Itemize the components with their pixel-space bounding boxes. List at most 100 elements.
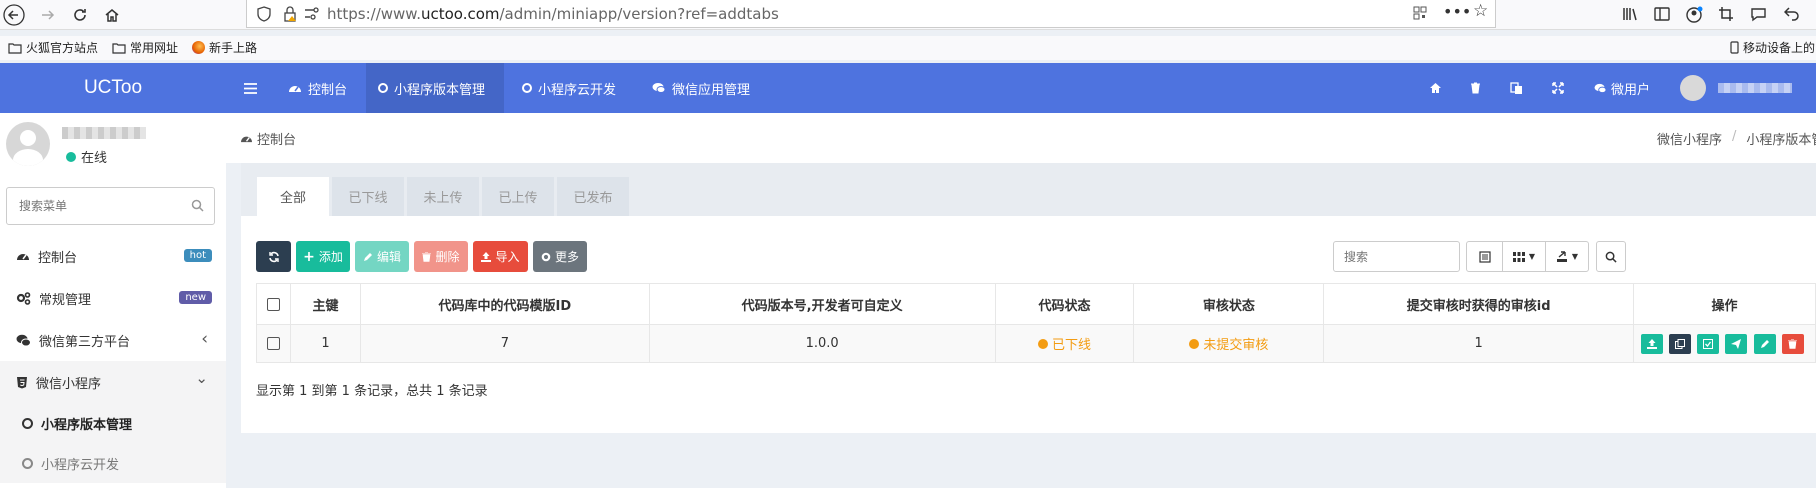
user-menu[interactable]: [1680, 63, 1792, 113]
search-icon: [1605, 251, 1617, 263]
forward-button[interactable]: [36, 3, 60, 27]
folder-icon: [112, 42, 126, 54]
shield-icon: [257, 6, 271, 22]
edit-button[interactable]: 编辑: [355, 241, 409, 272]
bookmark-label: 新手上路: [209, 41, 258, 55]
tab-not-uploaded[interactable]: 未上传: [407, 177, 479, 216]
sidebar-subitem-version[interactable]: 小程序版本管理: [0, 403, 226, 443]
mobile-bookmarks[interactable]: 移动设备上的: [1730, 39, 1815, 56]
dashboard-icon: [289, 86, 301, 92]
circle-icon: [22, 457, 33, 469]
sidebar-item-miniapp[interactable]: 微信小程序 ⌄: [0, 361, 226, 403]
upload-icon: [1647, 338, 1658, 349]
chevron-down-icon: ⌄: [195, 369, 208, 387]
page-actions-icon[interactable]: •••: [1443, 2, 1471, 21]
fullscreen-button[interactable]: [1552, 63, 1564, 113]
account-icon[interactable]: [1686, 6, 1703, 23]
table-search[interactable]: [1333, 241, 1460, 272]
tab-uploaded[interactable]: 已上传: [482, 177, 554, 216]
tab-miniapp-cloud[interactable]: 小程序云开发: [510, 63, 628, 113]
tab-offline[interactable]: 已下线: [332, 177, 404, 216]
qr-code-icon[interactable]: [1413, 6, 1427, 20]
column-header[interactable]: 提交审核时获得的审核id: [1323, 283, 1635, 325]
wechat-user-button[interactable]: 微用户: [1594, 63, 1650, 113]
release-button[interactable]: [1725, 333, 1748, 354]
circle-icon: [378, 83, 388, 93]
search-toggle-button[interactable]: [1596, 241, 1626, 272]
tab-miniapp-version[interactable]: 小程序版本管理: [366, 63, 504, 113]
refresh-button[interactable]: [256, 241, 291, 272]
lock-warning-icon: [284, 6, 296, 22]
address-bar[interactable]: https://www.uctoo.com/admin/miniapp/vers…: [246, 0, 1496, 28]
home-nav-button[interactable]: [1429, 63, 1442, 113]
undo-icon[interactable]: [1784, 6, 1800, 22]
home-icon: [1430, 83, 1441, 93]
bookmark-folder-common[interactable]: 常用网址: [112, 39, 178, 56]
tab-wechat-apps[interactable]: 微信应用管理: [640, 63, 762, 113]
breadcrumb-home-label: 控制台: [257, 133, 297, 148]
toggle-view-button[interactable]: [1466, 241, 1503, 272]
table-row[interactable]: 1 7 1.0.0 已下线 未提交审核 1: [256, 324, 1816, 363]
submit-audit-button[interactable]: [1697, 333, 1720, 354]
edit-row-button[interactable]: [1753, 333, 1776, 354]
tab-dashboard[interactable]: 控制台: [276, 63, 359, 113]
menu-search-input[interactable]: [7, 188, 167, 224]
column-header[interactable]: 主键: [289, 283, 361, 325]
search-icon[interactable]: [191, 199, 204, 212]
crop-icon[interactable]: [1718, 6, 1734, 22]
upload-code-button[interactable]: [1641, 333, 1664, 354]
sidebar-item-label: 常规管理: [39, 292, 92, 308]
sidebar-item-wechat-platform[interactable]: 微信第三方平台 ‹: [0, 319, 226, 361]
menu-toggle-button[interactable]: [232, 63, 269, 113]
browser-toolbar: https://www.uctoo.com/admin/miniapp/vers…: [0, 0, 1816, 30]
breadcrumb-item[interactable]: 小程序版本管: [1746, 129, 1816, 148]
tab-all[interactable]: 全部: [257, 177, 329, 216]
sidebar-subitem-cloud[interactable]: 小程序云开发: [0, 443, 226, 483]
table-search-input[interactable]: [1334, 242, 1454, 271]
columns-button[interactable]: ▼: [1502, 241, 1546, 272]
row-select-cell[interactable]: [256, 324, 291, 363]
sidebar-toggle-icon[interactable]: [1654, 7, 1670, 21]
sidebar-item-general[interactable]: 常规管理 new: [0, 277, 226, 319]
tab-label: 小程序版本管理: [394, 82, 486, 98]
app-logo[interactable]: UCToo: [0, 63, 226, 113]
row-checkbox[interactable]: [266, 337, 280, 350]
breadcrumb-item[interactable]: 微信小程序: [1657, 129, 1722, 148]
library-icon[interactable]: [1622, 7, 1638, 21]
chat-bubble-icon[interactable]: [1750, 6, 1767, 22]
export-button[interactable]: ▼: [1545, 241, 1589, 272]
tab-published[interactable]: 已发布: [557, 177, 629, 216]
audit-status-badge: 未提交审核: [1189, 334, 1268, 353]
menu-search[interactable]: [6, 187, 215, 225]
column-header[interactable]: 代码版本号,开发者可自定义: [648, 283, 996, 325]
select-all-checkbox[interactable]: [266, 297, 280, 311]
select-all-cell[interactable]: [256, 283, 291, 325]
more-button[interactable]: 更多: [533, 241, 587, 272]
bookmarks-bar: 火狐官方站点 常用网址 新手上路 移动设备上的: [0, 36, 1816, 60]
bookmark-star-icon[interactable]: ☆: [1473, 1, 1488, 21]
column-header[interactable]: 审核状态: [1133, 283, 1325, 325]
sidebar-item-dashboard[interactable]: 控制台 hot: [0, 235, 226, 277]
username-blurred: [62, 127, 146, 139]
wechat-icon: [16, 334, 31, 346]
add-button[interactable]: + 添加: [296, 241, 350, 272]
clear-cache-button[interactable]: [1470, 63, 1481, 113]
column-header[interactable]: 代码库中的代码模版ID: [359, 283, 650, 325]
reload-button[interactable]: [68, 3, 92, 27]
bookmark-folder-firefox[interactable]: 火狐官方站点: [8, 39, 98, 56]
gear-icon: [541, 252, 551, 261]
copy-button[interactable]: [1669, 333, 1692, 354]
cogs-icon: [16, 291, 31, 305]
breadcrumb-home[interactable]: 控制台: [240, 129, 296, 148]
delete-button[interactable]: 删除: [414, 241, 468, 272]
bookmark-getting-started[interactable]: 新手上路: [192, 39, 257, 56]
app-header: UCToo 控制台 小程序版本管理 小程序云开发 微信应用管理 微用户: [0, 63, 1816, 113]
reload-icon: [74, 9, 86, 21]
delete-row-button[interactable]: [1781, 333, 1804, 354]
home-button[interactable]: [100, 3, 124, 27]
import-button[interactable]: 导入: [473, 241, 528, 272]
url-text: https://www.uctoo.com/admin/miniapp/vers…: [327, 5, 779, 23]
language-button[interactable]: [1510, 63, 1523, 113]
column-header[interactable]: 代码状态: [994, 283, 1135, 325]
back-button[interactable]: [2, 3, 26, 27]
